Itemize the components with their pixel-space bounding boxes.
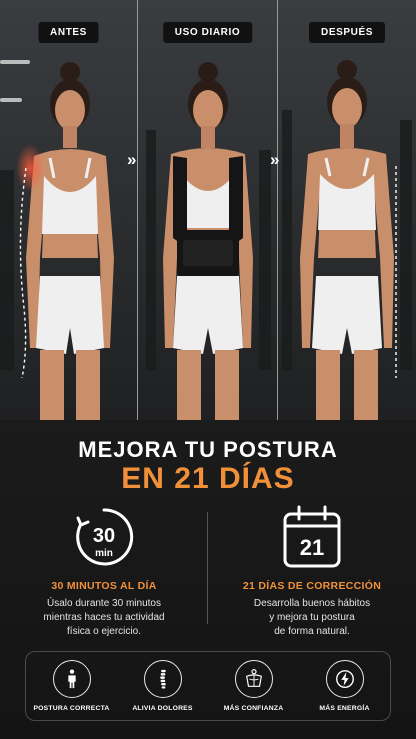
benefit-confidence: MÁS CONFIANZA [210, 660, 298, 712]
timer-number: 30 [93, 525, 115, 547]
benefits-bar: POSTURA CORRECTA ALIVIA DOLORES MÁS CONF… [25, 651, 391, 721]
back-muscles-icon [234, 660, 273, 698]
timer-icon: 30 min [69, 502, 139, 572]
standing-person-icon [52, 660, 91, 698]
woman-figure-with-brace [162, 62, 253, 420]
woman-figure-after [300, 60, 397, 420]
woman-figure-before [15, 62, 114, 420]
benefit-label: ALIVIA DOLORES [132, 705, 193, 712]
benefit-posture: POSTURA CORRECTA [28, 660, 116, 712]
benefit-energy: MÁS ENERGÍA [301, 660, 389, 712]
calendar-number: 21 [300, 535, 324, 560]
arrow-right-icon: » [270, 150, 280, 169]
benefit-label: MÁS CONFIANZA [223, 705, 284, 712]
benefit-label: MÁS ENERGÍA [319, 705, 370, 712]
panel-label-before: ANTES [38, 22, 99, 43]
benefit-label: POSTURA CORRECTA [33, 705, 110, 712]
lightning-icon [325, 660, 364, 698]
gym-rack [0, 170, 14, 370]
timer-unit: min [95, 548, 113, 559]
headline-line-2: EN 21 DÍAS [121, 462, 295, 495]
arrow-right-icon: » [127, 150, 137, 169]
feature-title: 21 DÍAS DE CORRECCIÓN [242, 580, 382, 592]
panel-label-after: DESPUÉS [309, 22, 385, 43]
before-after-photos: ANTES USO DIARIO DESPUÉS » » [0, 0, 416, 420]
feature-title: 30 MINUTOS AL DÍA [51, 580, 157, 592]
feature-21-days: 21 21 DÍAS DE CORRECCIÓN Desarrolla buen… [208, 502, 416, 639]
spine-icon [143, 660, 182, 698]
panel-daily-use: USO DIARIO [137, 0, 278, 420]
calendar-icon: 21 [277, 502, 347, 572]
feature-description: Úsalo durante 30 minutos mientras haces … [43, 598, 165, 637]
panel-label-daily-use: USO DIARIO [162, 22, 253, 43]
benefit-pain-relief: ALIVIA DOLORES [119, 660, 207, 712]
headline-line-1: MEJORA TU POSTURA [78, 437, 338, 462]
info-section: MEJORA TU POSTURA EN 21 DÍAS 30 min 30 M… [0, 420, 416, 739]
feature-30-minutes: 30 min 30 MINUTOS AL DÍA Úsalo durante 3… [0, 502, 208, 639]
panel-after: DESPUÉS [278, 0, 416, 420]
gym-rack [282, 110, 292, 370]
feature-description: Desarrolla buenos hábitos y mejora tu po… [253, 598, 371, 637]
panel-before: ANTES [0, 0, 137, 420]
